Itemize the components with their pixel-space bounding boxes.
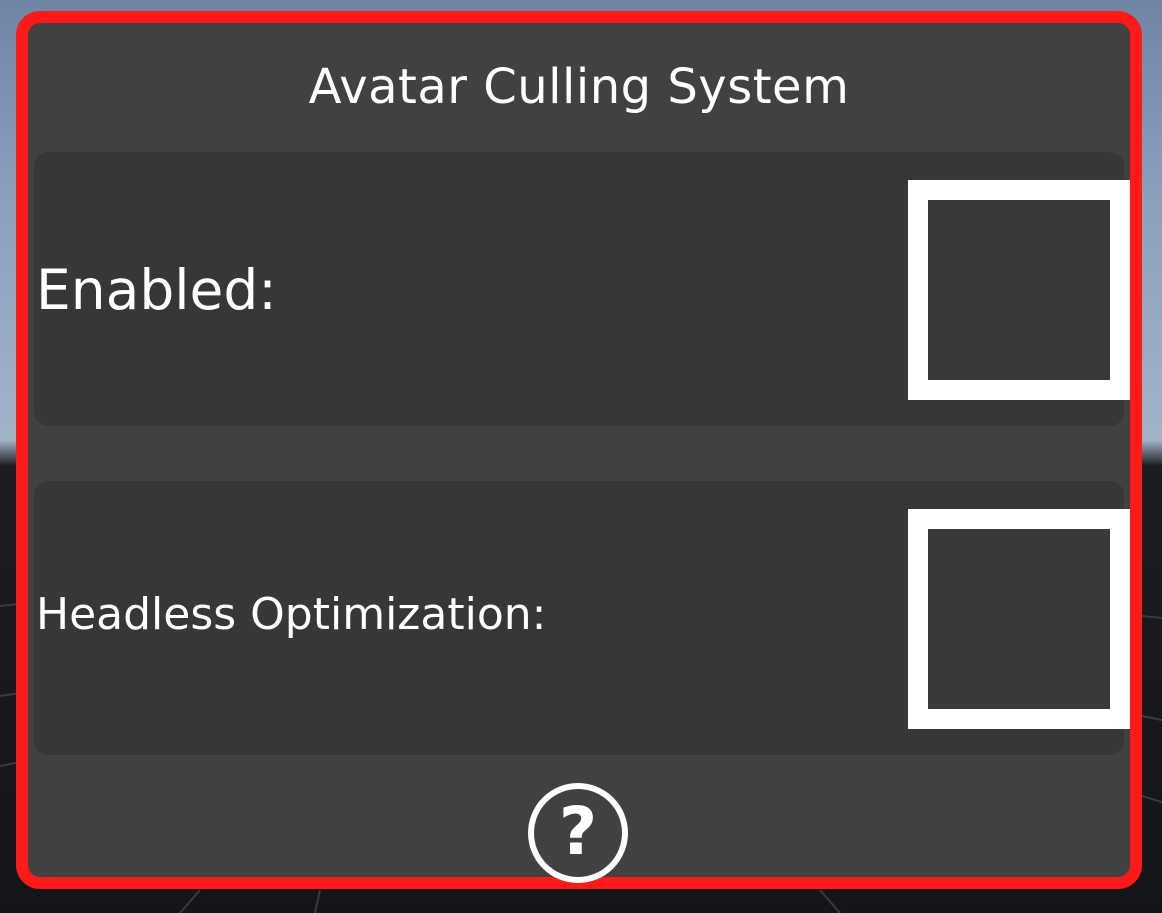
avatar-culling-panel: Avatar Culling System Enabled: Headless … [16, 11, 1142, 889]
question-mark-circle-icon: ? [558, 793, 598, 870]
setting-row-headless-optimization: Headless Optimization: [34, 481, 1130, 755]
headless-optimization-checkbox[interactable] [908, 509, 1130, 729]
panel-title: Avatar Culling System [308, 59, 850, 115]
enabled-label: Enabled: [36, 258, 277, 322]
headless-optimization-label: Headless Optimization: [36, 589, 547, 640]
help-button[interactable]: ? [528, 783, 628, 883]
enabled-checkbox[interactable] [908, 180, 1130, 400]
setting-row-enabled: Enabled: [34, 152, 1130, 426]
